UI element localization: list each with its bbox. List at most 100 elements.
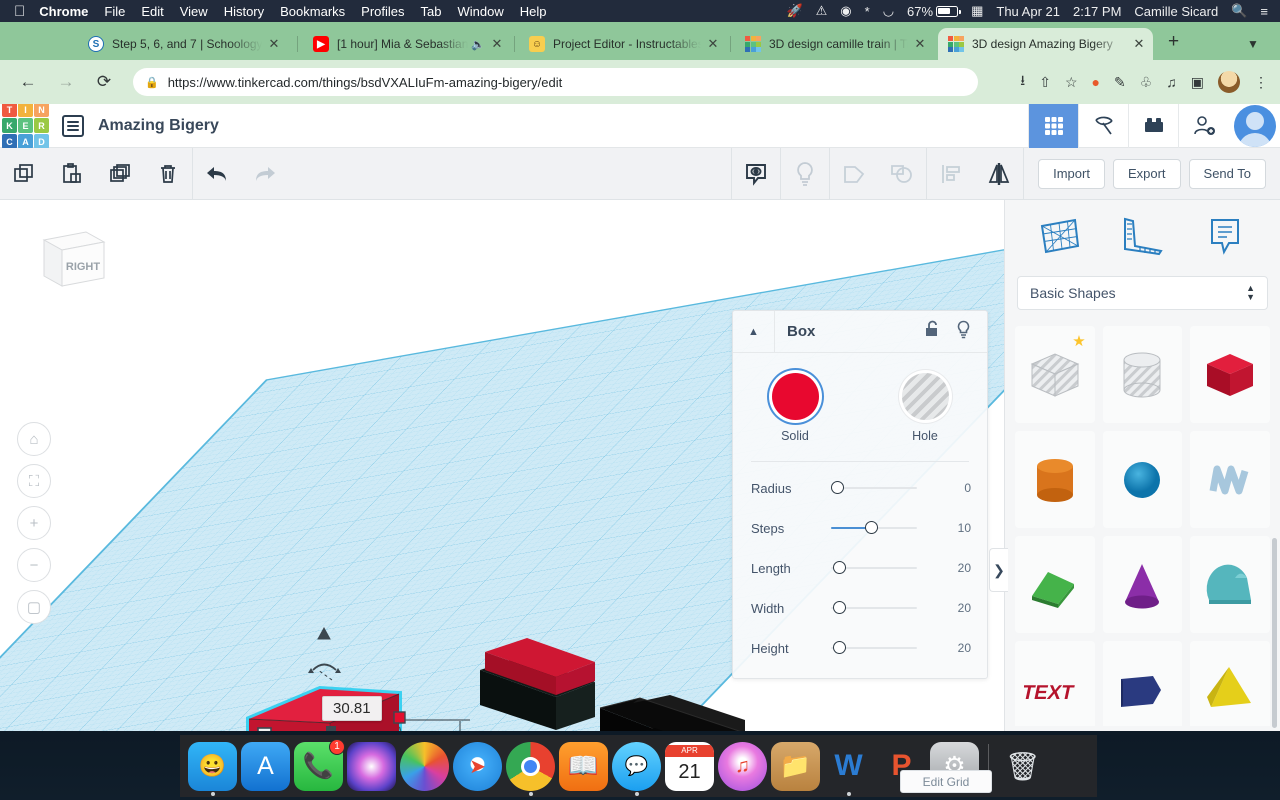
screen-mirroring-icon[interactable]: ▦ <box>971 3 983 19</box>
import-button[interactable]: Import <box>1038 158 1105 189</box>
shape-item-tube-navy[interactable] <box>1102 641 1183 726</box>
menu-item-edit[interactable]: Edit <box>141 4 163 19</box>
browser-tab-4[interactable]: 3D design Amazing Bigery ✕ <box>938 28 1153 60</box>
install-icon[interactable]: ⭳ <box>1020 70 1025 94</box>
shape-item-roof-green[interactable] <box>1015 536 1095 633</box>
shape-item-scribble-lightblue[interactable] <box>1190 431 1270 528</box>
property-value[interactable]: 20 <box>931 561 971 575</box>
light-bulb-icon[interactable] <box>956 320 971 344</box>
shape-item-cylinder-hole[interactable] <box>1102 326 1183 423</box>
dock-item-word[interactable]: W <box>824 742 873 796</box>
hole-option[interactable]: Hole <box>885 373 965 443</box>
dock-item-siri[interactable] <box>347 741 396 791</box>
share-icon[interactable]: ⇧ <box>1039 74 1051 91</box>
align-icon[interactable] <box>927 148 975 200</box>
menu-item-file[interactable]: File <box>104 4 125 19</box>
radius-slider[interactable] <box>831 481 925 495</box>
width-slider[interactable] <box>831 601 925 615</box>
rocket-icon[interactable]: 🚀 <box>786 3 802 19</box>
zoom-in-icon[interactable]: + <box>17 506 51 540</box>
dock-item-messages[interactable]: 💬 <box>612 741 661 796</box>
solid-color-swatch[interactable] <box>771 373 819 420</box>
solid-option[interactable]: Solid <box>755 373 835 443</box>
dock-item-safari[interactable]: ➤ <box>453 741 502 791</box>
shape-item-cylinder-orange[interactable] <box>1015 431 1095 528</box>
reload-icon[interactable]: ⟳ <box>89 67 119 97</box>
battery-status[interactable]: 67% <box>907 4 961 19</box>
profile-avatar-icon[interactable] <box>1218 71 1240 93</box>
browser-tab-2[interactable]: ☺ Project Editor - Instructables ✕ <box>519 28 727 60</box>
chevron-right-icon[interactable]: ❯ <box>989 548 1008 592</box>
zoom-out-icon[interactable]: − <box>17 548 51 582</box>
backup-icon[interactable]: ◉ <box>840 3 851 19</box>
ungroup-icon[interactable] <box>878 148 926 200</box>
dock-item-itunes[interactable]: ♫ <box>718 741 767 791</box>
menu-item-chrome[interactable]: Chrome <box>39 4 88 19</box>
workplane-icon[interactable] <box>1034 213 1086 259</box>
unlock-icon[interactable] <box>924 320 940 344</box>
property-value[interactable]: 0 <box>931 481 971 495</box>
note-icon[interactable] <box>1199 213 1251 259</box>
dock-item-facetime[interactable]: 📞 1 <box>294 738 345 791</box>
property-value[interactable]: 20 <box>931 601 971 615</box>
menu-item-window[interactable]: Window <box>458 4 504 19</box>
view-cube[interactable]: RIGHT <box>24 224 108 294</box>
bookmark-star-icon[interactable]: ☆ <box>1065 74 1078 91</box>
menubar-user[interactable]: Camille Sicard <box>1134 4 1218 19</box>
length-slider[interactable] <box>831 561 925 575</box>
redo-icon[interactable] <box>241 148 289 200</box>
back-arrow-icon[interactable]: ← <box>13 67 43 97</box>
shape-item-pyramid-yellow[interactable] <box>1190 641 1270 726</box>
group-icon[interactable] <box>830 148 878 200</box>
recorder-icon[interactable]: ● <box>1092 74 1100 90</box>
dock-item-ibooks[interactable]: 📖 <box>559 741 608 791</box>
shape-library-select[interactable]: Basic Shapes ▲ ▼ <box>1017 276 1268 310</box>
menu-item-view[interactable]: View <box>180 4 208 19</box>
avatar[interactable] <box>1234 104 1276 147</box>
edit-grid-button[interactable]: Edit Grid <box>900 770 992 793</box>
shape-item-sphere-blue[interactable] <box>1102 431 1183 528</box>
dimension-label-length[interactable]: 30.81 <box>322 696 382 721</box>
menu-item-bookmarks[interactable]: Bookmarks <box>280 4 345 19</box>
dock-item-calendar[interactable]: APR 21 <box>665 741 714 791</box>
pencil-extension-icon[interactable]: ✎ <box>1114 74 1126 91</box>
menu-kebab-icon[interactable]: ⋮ <box>1254 75 1268 89</box>
close-icon[interactable]: ✕ <box>1131 36 1147 52</box>
browser-tab-3[interactable]: 3D design camille train | Tinkercad ✕ <box>735 28 934 60</box>
fit-to-view-icon[interactable]: ⛶ <box>17 464 51 498</box>
browser-tab-1[interactable]: ▶ [1 hour] Mia & Sebastian 🔈 ✕ <box>303 28 511 60</box>
copy-icon[interactable] <box>0 148 48 200</box>
send-to-button[interactable]: Send To <box>1188 158 1266 189</box>
undo-icon[interactable] <box>193 148 241 200</box>
close-icon[interactable]: ✕ <box>705 36 721 52</box>
apple-icon[interactable]:  <box>14 4 25 19</box>
property-value[interactable]: 10 <box>931 521 971 535</box>
search-icon[interactable]: 🔍 <box>1231 3 1247 19</box>
steps-slider[interactable] <box>831 521 925 535</box>
menu-item-help[interactable]: Help <box>520 4 547 19</box>
close-icon[interactable]: ✕ <box>912 36 928 52</box>
address-bar[interactable]: 🔒 https://www.tinkercad.com/things/bsdVX… <box>133 68 978 96</box>
scrollbar[interactable] <box>1272 538 1277 728</box>
browser-tab-0[interactable]: S Step 5, 6, and 7 | Schoology ✕ <box>78 28 288 60</box>
export-button[interactable]: Export <box>1112 158 1181 189</box>
dock-item-finder[interactable]: 😀 <box>188 741 237 796</box>
chevron-up-icon[interactable]: ▲ <box>733 310 775 353</box>
duplicate-icon[interactable] <box>96 148 144 200</box>
tinkercad-logo[interactable]: T I N K E R C A D <box>0 102 49 149</box>
shape-item-cone-purple[interactable] <box>1102 536 1183 633</box>
invite-people-button[interactable] <box>1178 103 1228 148</box>
new-tab-button[interactable]: + <box>1168 32 1179 51</box>
grid-view-button[interactable] <box>1028 103 1078 148</box>
close-icon[interactable]: ✕ <box>489 36 505 52</box>
home-view-icon[interactable]: ⌂ <box>17 422 51 456</box>
wifi-icon[interactable]: ◡ <box>883 3 894 19</box>
paste-icon[interactable] <box>48 148 96 200</box>
menu-item-history[interactable]: History <box>224 4 264 19</box>
delete-icon[interactable] <box>144 148 192 200</box>
orthographic-icon[interactable]: ▢ <box>17 590 51 624</box>
ruler-icon[interactable] <box>1116 213 1168 259</box>
control-center-icon[interactable]: ≡ <box>1260 4 1268 19</box>
shape-item-box-hole[interactable]: ★ <box>1015 326 1095 423</box>
menu-item-profiles[interactable]: Profiles <box>361 4 404 19</box>
